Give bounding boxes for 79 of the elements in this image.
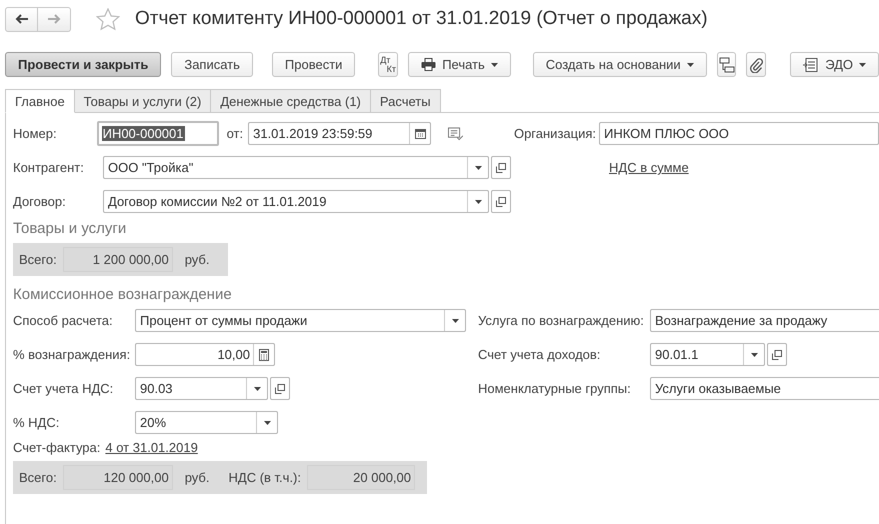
field-label: от: — [226, 126, 244, 141]
document-list-icon — [803, 58, 820, 72]
select-field[interactable]: 20% — [135, 411, 278, 434]
field-label: Контрагент: — [13, 160, 85, 175]
field-label: Всего: — [19, 252, 57, 267]
tab[interactable]: Главное — [5, 89, 75, 113]
text-field[interactable]: Услуги оказываемые — [650, 377, 879, 400]
left-arrow-icon — [14, 13, 28, 25]
paperclip-icon — [749, 56, 764, 72]
field-label: Услуга по вознаграждению: — [478, 313, 645, 328]
open-button[interactable] — [767, 343, 787, 366]
open-button[interactable] — [270, 377, 290, 400]
attach-button[interactable] — [746, 52, 766, 77]
invoice-link[interactable]: 4 от 31.01.2019 — [105, 440, 198, 455]
field-label: Всего: — [19, 470, 57, 485]
currency-label: руб. — [184, 252, 210, 267]
hierarchy-icon — [718, 56, 735, 72]
contract-field[interactable]: Договор комиссии №2 от 11.01.2019 — [103, 190, 489, 213]
text-field[interactable]: Вознаграждение за продажу — [650, 309, 879, 332]
post-and-close-button[interactable]: Провести и закрыть — [5, 52, 162, 77]
caret-icon — [264, 420, 270, 424]
open-window-icon — [772, 350, 782, 360]
field-label: Номер: — [13, 126, 58, 141]
organization-field[interactable]: ИНКОМ ПЛЮС ООО — [599, 122, 879, 145]
caret-icon — [474, 166, 482, 170]
open-button[interactable] — [491, 190, 511, 213]
field-label: % НДС: — [13, 415, 60, 430]
structure-button[interactable] — [716, 52, 736, 77]
caret-icon — [859, 62, 866, 66]
total-field: 120 000,00 — [62, 465, 173, 490]
vat-field: 20 000,00 — [307, 465, 415, 490]
field-label: Номенклатурные группы: — [478, 381, 632, 396]
toolbar-button[interactable]: Провести — [272, 52, 356, 77]
edo-menu-button[interactable]: ЭДО — [790, 52, 879, 77]
caret-icon — [474, 200, 482, 204]
field-label: Счет учета доходов: — [478, 347, 602, 362]
number-field[interactable]: ИН00-000001 — [96, 121, 219, 146]
favorite-star-icon[interactable] — [96, 8, 120, 30]
total-field: 1 200 000,00 — [62, 247, 173, 272]
right-arrow-icon — [47, 13, 61, 25]
field-label: Договор: — [13, 194, 67, 209]
select-field[interactable]: Процент от суммы продажи — [135, 309, 466, 332]
print-menu-button[interactable]: Печать — [408, 52, 511, 77]
section-title: Комиссионное вознаграждение — [13, 286, 233, 304]
printer-icon — [421, 58, 436, 71]
number-field[interactable]: 10,00 — [135, 343, 275, 366]
window-title: Отчет комитенту ИН00-000001 от 31.01.2019 (Отчет о продажах) — [135, 8, 708, 30]
vat-link[interactable]: НДС в сумме — [609, 160, 689, 175]
open-window-icon — [275, 384, 285, 394]
field-label: Организация: — [514, 126, 596, 141]
open-window-icon — [496, 196, 506, 206]
select-field[interactable]: 90.03 — [135, 377, 268, 400]
toolbar-button[interactable]: Записать — [171, 52, 253, 77]
select-field[interactable]: 90.01.1 — [650, 343, 765, 366]
caret-icon — [750, 352, 758, 356]
tab[interactable]: Расчеты — [370, 89, 441, 113]
open-button[interactable] — [491, 156, 511, 179]
field-label: Счет учета НДС: — [13, 381, 114, 396]
back-button[interactable] — [5, 6, 38, 32]
caret-icon — [686, 62, 694, 66]
field-label: Способ расчета: — [13, 313, 114, 328]
section-title: Товары и услуги — [13, 220, 128, 238]
field-label: Счет-фактура: — [13, 440, 100, 455]
currency-label: руб. — [184, 470, 210, 485]
document-icon[interactable] — [448, 126, 463, 140]
field-label: НДС (в т.ч.): — [228, 470, 301, 485]
date-field[interactable]: 31.01.2019 23:59:59 — [248, 122, 432, 145]
create-based-on-menu-button[interactable]: Создать на основании — [532, 52, 707, 77]
tab[interactable]: Товары и услуги (2) — [74, 89, 212, 113]
caret-icon — [490, 62, 498, 66]
calendar-icon — [414, 128, 426, 139]
open-window-icon — [496, 162, 506, 172]
counterparty-field[interactable]: ООО "Тройка" — [103, 156, 489, 179]
calculator-icon — [259, 348, 269, 360]
debit-credit-button[interactable]: Дт Кт — [378, 52, 398, 77]
tab[interactable]: Денежные средства (1) — [211, 89, 371, 113]
field-label: % вознаграждения: — [13, 347, 132, 362]
caret-icon — [254, 386, 260, 390]
caret-icon — [452, 318, 458, 322]
